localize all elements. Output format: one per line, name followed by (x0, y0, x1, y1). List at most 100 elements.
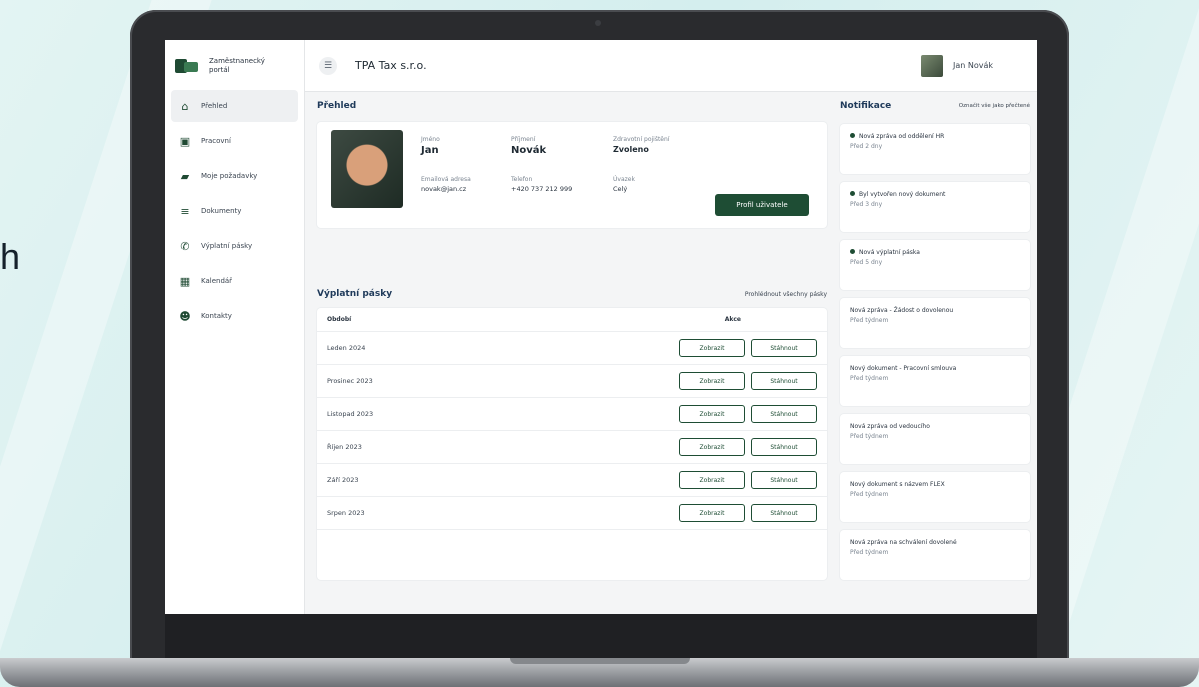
download-button[interactable]: Stáhnout (751, 504, 817, 522)
unread-dot-icon (850, 133, 855, 138)
briefcase-icon: ▣ (179, 134, 191, 148)
payslip-period: Říjen 2023 (327, 443, 362, 451)
profile-card: Jméno Jan Příjmení Novák Zdravotní pojiš… (317, 122, 827, 228)
download-button[interactable]: Stáhnout (751, 372, 817, 390)
view-button[interactable]: Zobrazit (679, 438, 745, 456)
view-button[interactable]: Zobrazit (679, 504, 745, 522)
logo[interactable]: Zaměstnanecký portál (165, 40, 304, 90)
logo-icon (175, 57, 201, 75)
payslip-period: Listopad 2023 (327, 410, 374, 418)
sidebar-item-label: Moje požadavky (201, 172, 258, 180)
sidebar-item-label: Pracovní (201, 137, 231, 145)
background-letter: h (0, 236, 21, 277)
sidebar-item-2[interactable]: ▰ Moje požadavky (171, 160, 298, 192)
column-period: Období (327, 316, 352, 323)
view-button[interactable]: Zobrazit (679, 372, 745, 390)
notification-item[interactable]: Nová zpráva na schválení dovolené Před t… (840, 530, 1030, 580)
first-name-field: Jméno Jan (421, 136, 440, 156)
user-menu[interactable]: Jan Novák (920, 54, 993, 77)
table-row: Listopad 2023 Zobrazit Stáhnout (317, 398, 827, 431)
sidebar-item-label: Kalendář (201, 277, 233, 285)
notification-item[interactable]: Nová zpráva - Žádost o dovolenou Před tý… (840, 298, 1030, 348)
payslips-header: Výplatní pásky Prohlédnout všechny pásky (317, 284, 827, 304)
table-row: Říjen 2023 Zobrazit Stáhnout (317, 431, 827, 464)
notification-time: Před 3 dny (850, 201, 883, 208)
download-button[interactable]: Stáhnout (751, 339, 817, 357)
notification-text: Byl vytvořen nový dokument (859, 191, 946, 198)
notifications-panel: Notifikace Označit vše jako přečtené Nov… (840, 96, 1030, 580)
table-row: Září 2023 Zobrazit Stáhnout (317, 464, 827, 497)
notification-item[interactable]: Nový dokument - Pracovní smlouva Před tý… (840, 356, 1030, 406)
profile-button[interactable]: Profil uživatele (715, 194, 809, 216)
notifications-header: Notifikace Označit vše jako přečtené (840, 96, 1030, 116)
insurance-field: Zdravotní pojištění Zvoleno (613, 136, 670, 154)
view-button[interactable]: Zobrazit (679, 471, 745, 489)
payslips-table: Období Akce Leden 2024 Zobrazit Stáhnout… (317, 308, 827, 580)
table-row: Prosinec 2023 Zobrazit Stáhnout (317, 365, 827, 398)
sidebar-item-label: Kontakty (201, 312, 232, 320)
table-header: Období Akce (317, 308, 827, 332)
sidebar-item-1[interactable]: ▣ Pracovní (171, 125, 298, 157)
column-actions: Akce (724, 316, 741, 323)
notification-item[interactable]: Nová zpráva od vedoucího Před týdnem (840, 414, 1030, 464)
notification-text: Nová zpráva - Žádost o dovolenou (850, 307, 954, 314)
payslips-title: Výplatní pásky (317, 289, 393, 299)
app-screen: Zaměstnanecký portál ⌂ Přehled ▣ Pracovní… (165, 40, 1037, 614)
sidebar-item-label: Výplatní pásky (201, 242, 253, 250)
notification-item[interactable]: Nová zpráva od oddělení HR Před 2 dny (840, 124, 1030, 174)
notification-text: Nový dokument s názvem FLEX (850, 481, 945, 488)
all-payslips-link[interactable]: Prohlédnout všechny pásky (745, 291, 827, 298)
last-name-field: Příjmení Novák (511, 136, 547, 156)
sidebar-item-label: Přehled (201, 102, 228, 110)
sidebar-item-0[interactable]: ⌂ Přehled (171, 90, 298, 122)
table-row: Leden 2024 Zobrazit Stáhnout (317, 332, 827, 365)
laptop-base (0, 658, 1199, 687)
payslip-period: Srpen 2023 (327, 509, 365, 517)
avatar[interactable] (920, 54, 943, 77)
notification-time: Před 2 dny (850, 143, 883, 150)
sidebar-item-3[interactable]: ≡ Dokumenty (171, 195, 298, 227)
logo-text: Zaměstnanecký portál (209, 57, 265, 74)
payslip-period: Prosinec 2023 (327, 377, 373, 385)
people-icon: ☻ (179, 309, 191, 323)
notification-text: Nový dokument - Pracovní smlouva (850, 365, 957, 372)
download-button[interactable]: Stáhnout (751, 405, 817, 423)
download-button[interactable]: Stáhnout (751, 438, 817, 456)
notification-time: Před týdnem (850, 317, 889, 324)
sidebar-item-label: Dokumenty (201, 207, 242, 215)
download-button[interactable]: Stáhnout (751, 471, 817, 489)
laptop-notch (510, 658, 690, 664)
sidebar-item-5[interactable]: ▦ Kalendář (171, 265, 298, 297)
folder-icon: ▰ (180, 169, 190, 183)
document-icon: ≡ (180, 204, 190, 218)
user-name: Jan Novák (952, 61, 993, 70)
view-button[interactable]: Zobrazit (679, 405, 745, 423)
mark-all-read-link[interactable]: Označit vše jako přečtené (959, 103, 1030, 109)
notifications-title: Notifikace (840, 101, 892, 111)
menu-icon[interactable]: ☰ (319, 56, 337, 75)
notification-time: Před 5 dny (850, 259, 883, 266)
sidebar-item-6[interactable]: ☻ Kontakty (171, 300, 298, 332)
overview-title: Přehled (317, 101, 357, 111)
notification-item[interactable]: Byl vytvořen nový dokument Před 3 dny (840, 182, 1030, 232)
notification-text: Nová zpráva od oddělení HR (859, 133, 945, 140)
payslip-period: Leden 2024 (327, 344, 366, 352)
notification-item[interactable]: Nový dokument s názvem FLEX Před týdnem (840, 472, 1030, 522)
table-row: Srpen 2023 Zobrazit Stáhnout (317, 497, 827, 530)
company-name: TPA Tax s.r.o. (355, 59, 427, 72)
notification-time: Před týdnem (850, 375, 889, 382)
unread-dot-icon (850, 249, 855, 254)
phone-field: Telefon +420 737 212 999 (511, 176, 573, 193)
notification-item[interactable]: Nová výplatní páska Před 5 dny (840, 240, 1030, 290)
profile-photo (331, 130, 403, 208)
topbar: ☰ TPA Tax s.r.o. Jan Novák (305, 40, 1037, 92)
view-button[interactable]: Zobrazit (679, 339, 745, 357)
email-field: Emailová adresa novak@jan.cz (421, 176, 471, 193)
unread-dot-icon (850, 191, 855, 196)
notification-text: Nová zpráva od vedoucího (850, 423, 930, 430)
money-icon: ✆ (180, 239, 190, 253)
payslip-period: Září 2023 (327, 476, 359, 484)
camera (595, 20, 601, 26)
sidebar-item-4[interactable]: ✆ Výplatní pásky (171, 230, 298, 262)
laptop-bezel (165, 614, 1037, 658)
